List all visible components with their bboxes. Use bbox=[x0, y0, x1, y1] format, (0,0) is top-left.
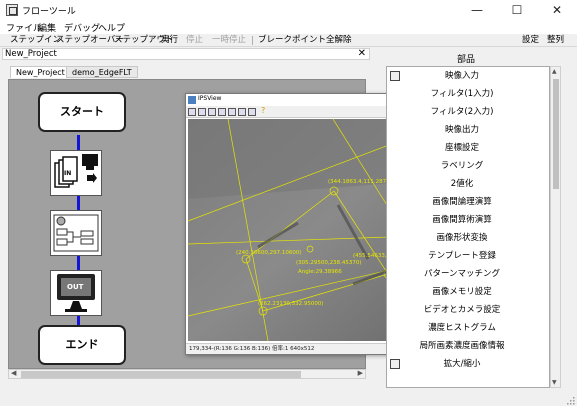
parts-item[interactable]: 画像メモリ設定 bbox=[387, 283, 537, 301]
scroll-left-icon[interactable]: ◀ bbox=[11, 369, 16, 377]
parts-item-label: 画像間論理演算 bbox=[432, 197, 492, 207]
menu-help[interactable]: ヘルプ bbox=[98, 21, 125, 34]
parts-item[interactable]: 画像間算術演算 bbox=[387, 211, 537, 229]
parts-item-label: フィルタ(2入力) bbox=[430, 107, 494, 117]
help-icon[interactable]: ? bbox=[261, 106, 265, 115]
close-button[interactable]: ✕ bbox=[537, 0, 577, 20]
scroll-right-icon[interactable]: ▶ bbox=[358, 369, 363, 377]
menu-edit[interactable]: 編集 bbox=[38, 21, 56, 34]
parts-item[interactable]: ラベリング bbox=[387, 157, 537, 175]
start-node-label: スタート bbox=[60, 105, 104, 118]
parts-item[interactable]: フィルタ(1入力) bbox=[387, 85, 537, 103]
copy-icon[interactable] bbox=[238, 108, 246, 116]
parts-item-label: 映像出力 bbox=[444, 125, 479, 135]
output-node-icon bbox=[57, 274, 95, 312]
parts-item-label: ビデオとカメラ設定 bbox=[423, 305, 501, 315]
stop-button[interactable]: 停止 bbox=[186, 34, 203, 47]
output-node-badge: OUT bbox=[67, 283, 84, 291]
parts-item[interactable]: 映像入力 bbox=[387, 67, 537, 85]
save-icon[interactable] bbox=[198, 108, 206, 116]
parts-item-label: 拡大/縮小 bbox=[443, 359, 481, 369]
parts-item-label: 濃度ヒストグラム bbox=[428, 323, 496, 333]
window-titlebar: フローツール — ☐ ✕ bbox=[0, 0, 577, 20]
parts-item-label: フィルタ(1入力) bbox=[430, 89, 494, 99]
parts-item[interactable]: 画像間論理演算 bbox=[387, 193, 537, 211]
annotation-center: (305.29500,238.45370) bbox=[296, 260, 362, 266]
scrollbar-thumb[interactable] bbox=[21, 371, 301, 378]
parts-item[interactable]: 画像形状変換 bbox=[387, 229, 537, 247]
menu-bar: ファイル 編集 デバッグ ヘルプ bbox=[0, 20, 577, 34]
parts-panel-title: 部品 bbox=[456, 55, 475, 65]
filter-node-icon bbox=[53, 214, 99, 252]
scroll-up-icon[interactable]: ▲ bbox=[552, 68, 557, 75]
size-grip-icon[interactable] bbox=[566, 396, 576, 406]
scroll-down-icon[interactable]: ▼ bbox=[552, 379, 557, 386]
align-button[interactable]: 整列 bbox=[547, 34, 564, 47]
annotation-angle: Angle:29.38966 bbox=[298, 269, 342, 275]
grid-icon[interactable] bbox=[228, 108, 236, 116]
parts-item-label: 2値化 bbox=[450, 179, 474, 189]
parts-item-label: 映像入力 bbox=[444, 71, 479, 81]
window-title: フローツール bbox=[22, 7, 76, 17]
tab-demo-edgeflt[interactable]: demo_EdgeFLT bbox=[66, 66, 138, 78]
parts-item-label: 画像形状変換 bbox=[436, 233, 488, 243]
filter-node[interactable] bbox=[50, 210, 102, 256]
maximize-button[interactable]: ☐ bbox=[497, 0, 537, 20]
input-node-icon bbox=[54, 154, 98, 188]
parts-panel: 部品 映像入力 フィルタ(1入力) フィルタ(2入力) 映像出力 座標設定 ラベ… bbox=[380, 48, 577, 393]
open-icon[interactable] bbox=[188, 108, 196, 116]
parts-item-label: テンプレート登録 bbox=[428, 251, 496, 261]
output-node[interactable]: OUT bbox=[50, 270, 102, 316]
parts-item-label: 画像間算術演算 bbox=[432, 215, 492, 225]
zoom-in-icon[interactable] bbox=[208, 108, 216, 116]
parts-item-label: 座標設定 bbox=[444, 143, 479, 153]
parts-item-label: 局所画素濃度画像情報 bbox=[419, 341, 505, 351]
parts-list[interactable]: 映像入力 フィルタ(1入力) フィルタ(2入力) 映像出力 座標設定 ラベリング… bbox=[386, 66, 550, 388]
start-node[interactable]: スタート bbox=[38, 92, 126, 132]
minimize-button[interactable]: — bbox=[457, 0, 497, 20]
parts-item[interactable]: ビデオとカメラ設定 bbox=[387, 301, 537, 319]
input-node-badge: IN bbox=[64, 170, 72, 177]
document-close-button[interactable]: ✕ bbox=[358, 48, 366, 59]
viewer-app-icon bbox=[188, 96, 196, 104]
clear-breakpoints-button[interactable]: ブレークポイント全解除 bbox=[258, 34, 352, 47]
parts-vertical-scrollbar[interactable]: ▲ ▼ bbox=[550, 66, 561, 388]
app-icon bbox=[6, 4, 18, 16]
parts-item[interactable]: 局所画素濃度画像情報 bbox=[387, 337, 537, 355]
toolbar: ステップイン ステップオーバー ステップアウト 実行 停止 一時停止 ブレークポ… bbox=[0, 34, 577, 47]
run-button[interactable]: 実行 bbox=[161, 34, 178, 47]
document-header: New_Project ✕ bbox=[2, 48, 370, 60]
parts-item[interactable]: 座標設定 bbox=[387, 139, 537, 157]
tab-new-project[interactable]: New_Project bbox=[10, 66, 71, 78]
parts-item-label: パターンマッチング bbox=[423, 269, 501, 279]
parts-scrollbar-thumb[interactable] bbox=[553, 79, 559, 189]
image-viewer-title: IPSView bbox=[198, 95, 222, 102]
parts-item[interactable]: 2値化 bbox=[387, 175, 537, 193]
input-node[interactable]: IN bbox=[50, 150, 102, 196]
document-title: New_Project bbox=[5, 49, 57, 59]
end-node-label: エンド bbox=[65, 338, 99, 351]
annotation-left: (240.36600,297.10600) bbox=[236, 250, 302, 256]
parts-item-label: ラベリング bbox=[440, 161, 484, 171]
end-node[interactable]: エンド bbox=[38, 325, 126, 365]
annotation-bottom: (262.23130,332.95000) bbox=[258, 301, 324, 307]
menu-debug[interactable]: デバッグ bbox=[64, 21, 100, 34]
capture-icon[interactable] bbox=[248, 108, 256, 116]
step-in-button[interactable]: ステップイン bbox=[10, 34, 61, 47]
horizontal-scrollbar[interactable]: ◀ ▶ bbox=[8, 369, 366, 379]
parts-item[interactable]: 拡大/縮小 bbox=[387, 355, 537, 373]
parts-item[interactable]: 濃度ヒストグラム bbox=[387, 319, 537, 337]
parts-item[interactable]: パターンマッチング bbox=[387, 265, 537, 283]
menu-file[interactable]: ファイル bbox=[6, 21, 42, 34]
pause-button[interactable]: 一時停止 bbox=[212, 34, 246, 47]
parts-item[interactable]: テンプレート登録 bbox=[387, 247, 537, 265]
parts-item[interactable]: フィルタ(2入力) bbox=[387, 103, 537, 121]
settings-button[interactable]: 設定 bbox=[522, 34, 539, 47]
parts-item[interactable]: 映像出力 bbox=[387, 121, 537, 139]
zoom-out-icon[interactable] bbox=[218, 108, 226, 116]
toolbar-separator bbox=[252, 36, 253, 45]
parts-item-label: 画像メモリ設定 bbox=[432, 287, 492, 297]
